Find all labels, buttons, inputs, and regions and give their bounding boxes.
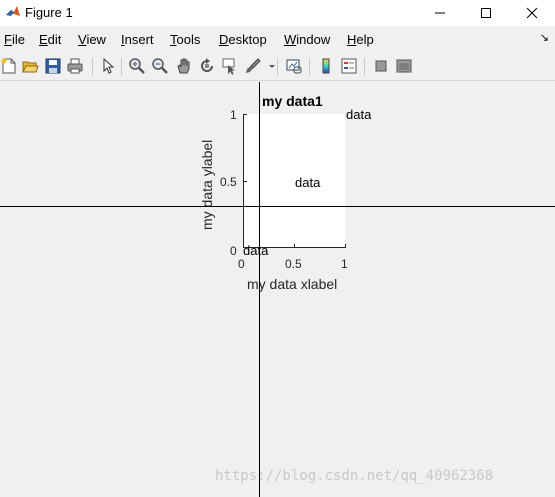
pointer-icon[interactable] xyxy=(99,57,117,75)
brush-icon[interactable] xyxy=(244,57,262,75)
brush-dropdown-icon[interactable] xyxy=(263,57,281,75)
print-icon[interactable] xyxy=(66,57,84,75)
menu-file[interactable]: File xyxy=(4,32,25,47)
y-tick-label: 0.5 xyxy=(220,175,237,189)
show-plot-tools-icon[interactable] xyxy=(395,57,413,75)
rotate-3d-icon[interactable] xyxy=(198,57,216,75)
menu-edit[interactable]: Edit xyxy=(39,32,61,47)
legend-icon[interactable] xyxy=(340,57,358,75)
window-titlebar: Figure 1 xyxy=(0,0,555,26)
y-tick-label: 1 xyxy=(230,108,237,122)
x-tick-label: 0 xyxy=(238,257,245,271)
menu-help[interactable]: Help xyxy=(347,32,374,47)
toolbar-separator xyxy=(364,58,365,76)
x-tick-mark xyxy=(345,244,346,247)
watermark-text: https://blog.csdn.net/qq_40962368 xyxy=(215,468,494,484)
crosshair-horizontal-line xyxy=(0,206,555,207)
close-icon xyxy=(526,7,538,19)
colorbar-icon[interactable] xyxy=(317,57,335,75)
menu-bar: File Edit View Insert Tools Desktop Wind… xyxy=(0,28,555,50)
toolbar-separator xyxy=(121,58,122,76)
hide-plot-tools-icon[interactable] xyxy=(372,57,390,75)
save-icon[interactable] xyxy=(44,57,62,75)
new-figure-icon[interactable] xyxy=(0,57,18,75)
x-tick-label: 1 xyxy=(341,257,348,271)
menu-insert[interactable]: Insert xyxy=(121,32,154,47)
figure-toolbar xyxy=(0,54,555,81)
pan-hand-icon[interactable] xyxy=(175,57,193,75)
minimize-icon xyxy=(435,12,445,14)
minimize-button[interactable] xyxy=(417,0,463,26)
data-annotation: data xyxy=(295,175,321,190)
zoom-in-icon[interactable] xyxy=(128,57,146,75)
link-plot-icon[interactable] xyxy=(285,57,303,75)
toolbar-separator xyxy=(309,58,310,76)
data-cursor-icon[interactable] xyxy=(221,57,239,75)
axes-title: my data1 xyxy=(262,93,323,109)
menu-tools[interactable]: Tools xyxy=(170,32,200,47)
crosshair-vertical-line xyxy=(259,82,260,497)
maximize-icon xyxy=(481,8,491,18)
data-annotation: data xyxy=(243,243,269,258)
x-tick-mark xyxy=(294,244,295,247)
matlab-logo-icon xyxy=(6,6,20,16)
menu-window[interactable]: Window xyxy=(284,32,330,47)
window-title: Figure 1 xyxy=(25,5,73,20)
data-annotation: data xyxy=(346,107,372,122)
zoom-out-icon[interactable] xyxy=(151,57,169,75)
toolbar-separator xyxy=(277,58,278,76)
x-axis-label: my data xlabel xyxy=(247,276,338,292)
y-tick-mark xyxy=(244,181,247,182)
menu-view[interactable]: View xyxy=(78,32,106,47)
maximize-button[interactable] xyxy=(463,0,509,26)
y-axis-label: my data ylabel xyxy=(199,139,215,230)
y-tick-mark xyxy=(244,114,247,115)
menu-desktop[interactable]: Desktop xyxy=(219,32,267,47)
toolbar-separator xyxy=(92,58,93,76)
dock-arrow-icon[interactable]: ↘ xyxy=(540,31,549,44)
open-file-icon[interactable] xyxy=(21,57,39,75)
close-button[interactable] xyxy=(509,0,555,26)
x-tick-label: 0.5 xyxy=(285,257,302,271)
y-tick-label: 0 xyxy=(230,244,237,258)
